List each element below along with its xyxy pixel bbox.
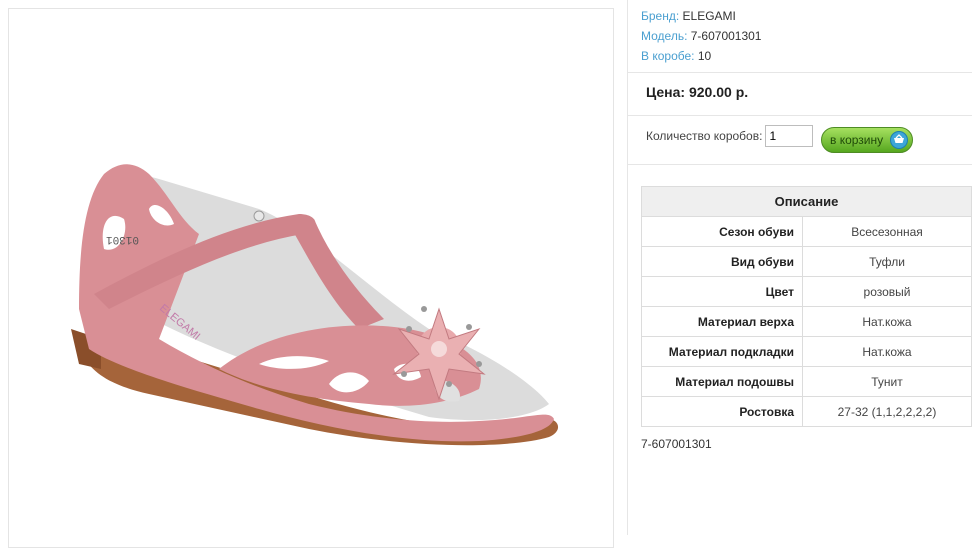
attribute-name: Ростовка <box>641 396 803 427</box>
table-row: Вид обуви Туфли <box>641 246 972 277</box>
attribute-value: Всесезонная <box>802 216 972 247</box>
divider <box>628 72 972 73</box>
quantity-label: Количество коробов: <box>646 129 763 143</box>
brand-row: Бренд: ELEGAMI <box>641 6 761 26</box>
divider <box>628 115 972 116</box>
description-title: Описание <box>641 186 972 217</box>
box-qty-value: 10 <box>697 49 712 63</box>
model-label: Модель: <box>641 29 688 43</box>
add-to-cart-label: в корзину <box>830 133 884 147</box>
sku-footer: 7-607001301 <box>641 437 712 451</box>
product-info: Бренд: ELEGAMI Модель: 7-607001301 В кор… <box>641 6 761 66</box>
add-to-cart-button[interactable]: в корзину <box>821 127 913 153</box>
box-qty-row: В коробе: 10 <box>641 46 761 66</box>
divider <box>628 164 972 165</box>
attribute-name: Материал подкладки <box>641 336 803 367</box>
attribute-value: Тунит <box>802 366 972 397</box>
table-row: Сезон обуви Всесезонная <box>641 216 972 247</box>
attribute-name: Материал подошвы <box>641 366 803 397</box>
table-row: Материал верха Нат.кожа <box>641 306 972 337</box>
table-row: Материал подкладки Нат.кожа <box>641 336 972 367</box>
attribute-name: Вид обуви <box>641 246 803 277</box>
product-image[interactable]: ELEGAMI 01301 <box>8 8 614 548</box>
description-table: Описание Сезон обуви Всесезонная Вид обув… <box>641 186 972 427</box>
price: Цена: 920.00 р. <box>646 84 749 100</box>
table-row: Цвет розовый <box>641 276 972 307</box>
attribute-value: Нат.кожа <box>802 306 972 337</box>
brand-value: ELEGAMI <box>682 9 736 23</box>
attribute-value: 27-32 (1,1,2,2,2,2) <box>802 396 972 427</box>
table-row: Материал подошвы Тунит <box>641 366 972 397</box>
attribute-name: Сезон обуви <box>641 216 803 247</box>
table-row: Ростовка 27-32 (1,1,2,2,2,2) <box>641 396 972 427</box>
model-row: Модель: 7-607001301 <box>641 26 761 46</box>
attribute-name: Цвет <box>641 276 803 307</box>
quantity-input[interactable] <box>765 125 814 147</box>
insole-model-print: 01301 <box>106 233 139 245</box>
cart-icon <box>890 131 908 149</box>
quantity-row: Количество коробов: <box>646 125 814 147</box>
brand-label: Бренд: <box>641 9 680 23</box>
model-value: 7-607001301 <box>690 29 762 43</box>
sandal-icon: ELEGAMI 01301 <box>71 164 559 446</box>
attribute-name: Материал верха <box>641 306 803 337</box>
attribute-value: Нат.кожа <box>802 336 972 367</box>
attribute-value: розовый <box>802 276 972 307</box>
column-divider <box>627 0 628 535</box>
box-qty-label: В коробе: <box>641 49 695 63</box>
attribute-value: Туфли <box>802 246 972 277</box>
